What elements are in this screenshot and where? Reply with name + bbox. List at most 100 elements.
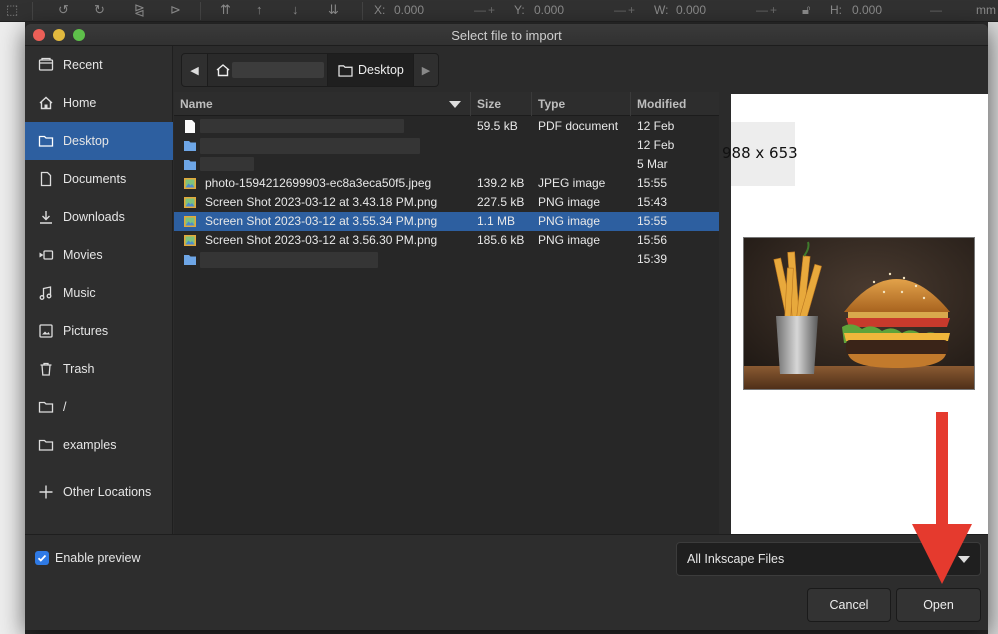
image-icon bbox=[184, 178, 196, 189]
flip-vertical-icon[interactable]: ⊳ bbox=[170, 3, 181, 17]
table-row[interactable]: Screen Shot 2023-03-12 at 3.43.18 PM.png… bbox=[174, 193, 719, 212]
sidebar-item-pictures[interactable]: Pictures bbox=[25, 312, 173, 350]
table-row[interactable]: 15:39 bbox=[174, 250, 719, 269]
w-input[interactable]: 0.000 bbox=[676, 3, 706, 17]
x-input[interactable]: 0.000 bbox=[394, 3, 424, 17]
trash-icon bbox=[38, 361, 54, 377]
y-label: Y: bbox=[514, 3, 525, 17]
file-name: Screen Shot 2023-03-12 at 3.43.18 PM.png bbox=[205, 195, 438, 209]
lower-to-bottom-icon[interactable]: ⇊ bbox=[328, 3, 339, 17]
sidebar-item-desktop[interactable]: Desktop bbox=[25, 122, 173, 160]
file-type-filter[interactable]: All Inkscape Files bbox=[676, 542, 981, 576]
open-button[interactable]: Open bbox=[896, 588, 981, 622]
sidebar-item-root[interactable]: / bbox=[25, 388, 173, 426]
sidebar-item-trash[interactable]: Trash bbox=[25, 350, 173, 388]
path-bar: ◀ Desktop ▶ bbox=[181, 53, 439, 87]
sidebar-item-label: / bbox=[63, 400, 67, 414]
table-row[interactable]: photo-1594212699903-ec8a3eca50f5.jpeg 13… bbox=[174, 174, 719, 193]
sidebar-item-label: Music bbox=[63, 286, 96, 300]
chevron-right-icon: ▶ bbox=[421, 64, 431, 77]
sidebar-item-other-locations[interactable]: Other Locations bbox=[25, 473, 173, 511]
places-sidebar: Recent Home Desktop Documents Downloads … bbox=[25, 46, 173, 534]
select-box-icon[interactable]: ⬚ bbox=[6, 3, 18, 17]
folder-icon bbox=[38, 133, 54, 149]
path-back-button[interactable]: ◀ bbox=[182, 54, 208, 86]
column-header-modified[interactable]: Modified bbox=[631, 92, 719, 116]
sidebar-item-label: Desktop bbox=[63, 134, 109, 148]
sidebar-item-recent[interactable]: Recent bbox=[25, 46, 173, 84]
enable-preview-label: Enable preview bbox=[55, 551, 141, 565]
video-icon bbox=[38, 247, 54, 263]
column-header-label: Modified bbox=[637, 97, 687, 111]
lower-icon[interactable]: ↓ bbox=[292, 3, 299, 17]
recent-icon bbox=[38, 57, 54, 73]
sidebar-item-examples[interactable]: examples bbox=[25, 426, 173, 464]
sidebar-item-label: Downloads bbox=[63, 210, 125, 224]
column-header-label: Type bbox=[538, 97, 566, 111]
cancel-button[interactable]: Cancel bbox=[807, 588, 891, 622]
file-modified: 15:39 bbox=[637, 252, 668, 266]
h-input[interactable]: 0.000 bbox=[852, 3, 882, 17]
canvas-right bbox=[988, 22, 998, 634]
path-forward-button[interactable]: ▶ bbox=[414, 54, 438, 86]
file-type-filter-value: All Inkscape Files bbox=[687, 552, 785, 566]
file-name: Screen Shot 2023-03-12 at 3.55.34 PM.png bbox=[205, 214, 438, 228]
toolbar-separator bbox=[200, 2, 201, 20]
column-header-label: Size bbox=[477, 97, 502, 111]
file-size: 139.2 kB bbox=[477, 176, 525, 190]
column-header-type[interactable]: Type bbox=[532, 92, 631, 116]
table-row[interactable]: Screen Shot 2023-03-12 at 3.56.30 PM.png… bbox=[174, 231, 719, 250]
x-stepper[interactable]: —+ bbox=[474, 3, 497, 17]
sidebar-item-label: Documents bbox=[63, 172, 127, 186]
redacted-filename bbox=[200, 252, 378, 268]
flip-horizontal-icon[interactable]: ⧎ bbox=[134, 3, 145, 17]
sidebar-item-downloads[interactable]: Downloads bbox=[25, 198, 173, 236]
sidebar-item-documents[interactable]: Documents bbox=[25, 160, 173, 198]
lock-icon[interactable]: 🔓︎ bbox=[802, 3, 810, 17]
column-header-size[interactable]: Size bbox=[471, 92, 532, 116]
h-stepper[interactable]: — bbox=[930, 3, 944, 17]
unit-select[interactable]: mm bbox=[976, 3, 996, 17]
file-modified: 15:55 bbox=[637, 214, 668, 228]
column-header-name[interactable]: Name bbox=[174, 92, 471, 116]
table-row-selected[interactable]: Screen Shot 2023-03-12 at 3.55.34 PM.png… bbox=[174, 212, 719, 231]
chevron-down-icon bbox=[958, 556, 970, 563]
table-row[interactable]: 5 Mar bbox=[174, 155, 719, 174]
sidebar-item-music[interactable]: Music bbox=[25, 274, 173, 312]
toolbar-separator bbox=[362, 2, 363, 20]
home-icon bbox=[38, 95, 54, 111]
y-input[interactable]: 0.000 bbox=[534, 3, 564, 17]
folder-icon bbox=[338, 64, 353, 77]
path-desktop-label: Desktop bbox=[358, 63, 404, 77]
music-icon bbox=[38, 285, 54, 301]
download-icon bbox=[38, 209, 54, 225]
dialog-titlebar: Select file to import bbox=[25, 24, 988, 46]
y-stepper[interactable]: —+ bbox=[614, 3, 637, 17]
sidebar-item-label: Home bbox=[63, 96, 97, 110]
image-icon bbox=[184, 216, 196, 227]
raise-icon[interactable]: ↑ bbox=[256, 3, 263, 17]
rotate-cw-icon[interactable]: ↻ bbox=[94, 3, 105, 17]
list-header: Name Size Type Modified bbox=[174, 92, 719, 116]
w-stepper[interactable]: —+ bbox=[756, 3, 779, 17]
w-label: W: bbox=[654, 3, 669, 17]
table-row[interactable]: 12 Feb bbox=[174, 136, 719, 155]
chevron-left-icon: ◀ bbox=[190, 64, 199, 77]
file-size: 1.1 MB bbox=[477, 214, 516, 228]
preview-pane: 988 x 653 bbox=[722, 94, 988, 534]
table-row[interactable]: 59.5 kB PDF document 12 Feb bbox=[174, 117, 719, 136]
file-type: JPEG image bbox=[538, 176, 606, 190]
column-header-label: Name bbox=[180, 97, 213, 111]
enable-preview-checkbox[interactable]: Enable preview bbox=[35, 551, 140, 565]
rotate-ccw-icon[interactable]: ↺ bbox=[58, 3, 69, 17]
preview-thumbnail bbox=[743, 237, 975, 390]
sidebar-item-label: Movies bbox=[63, 248, 103, 262]
sidebar-item-movies[interactable]: Movies bbox=[25, 236, 173, 274]
path-desktop-button[interactable]: Desktop bbox=[328, 54, 414, 86]
sidebar-item-home[interactable]: Home bbox=[25, 84, 173, 122]
file-modified: 15:43 bbox=[637, 195, 668, 209]
raise-to-top-icon[interactable]: ⇈ bbox=[220, 3, 231, 17]
dialog-footer: Enable preview All Inkscape Files Cancel… bbox=[25, 534, 988, 630]
path-home-button[interactable] bbox=[208, 54, 328, 86]
sidebar-item-label: Trash bbox=[63, 362, 95, 376]
